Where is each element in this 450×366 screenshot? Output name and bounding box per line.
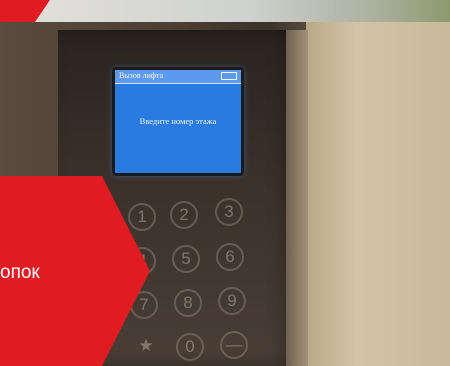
top-photo-strip: [0, 0, 450, 22]
star-key[interactable]: ★: [132, 334, 160, 362]
key-hash[interactable]: —: [220, 331, 248, 359]
battery-icon: [221, 72, 237, 80]
screen-title: Вызов лифта: [119, 71, 164, 80]
key-6[interactable]: 6: [216, 243, 244, 271]
key-8[interactable]: 8: [174, 289, 202, 317]
screen-title-bar: Вызов лифта: [115, 70, 241, 84]
key-0[interactable]: 0: [176, 333, 204, 361]
panel-edge: [286, 30, 308, 366]
badge-text: опок: [0, 262, 40, 283]
lcd-screen: Вызов лифта Введите номер этажа: [112, 67, 244, 176]
wall: [306, 22, 450, 366]
key-3[interactable]: 3: [215, 198, 243, 226]
key-1[interactable]: 1: [128, 203, 156, 231]
photo-scene: Вызов лифта Введите номер этажа 1 2 3 4 …: [0, 0, 450, 366]
key-5[interactable]: 5: [172, 245, 200, 273]
key-9[interactable]: 9: [218, 287, 246, 315]
key-2[interactable]: 2: [170, 201, 198, 229]
screen-message: Введите номер этажа: [139, 116, 217, 126]
